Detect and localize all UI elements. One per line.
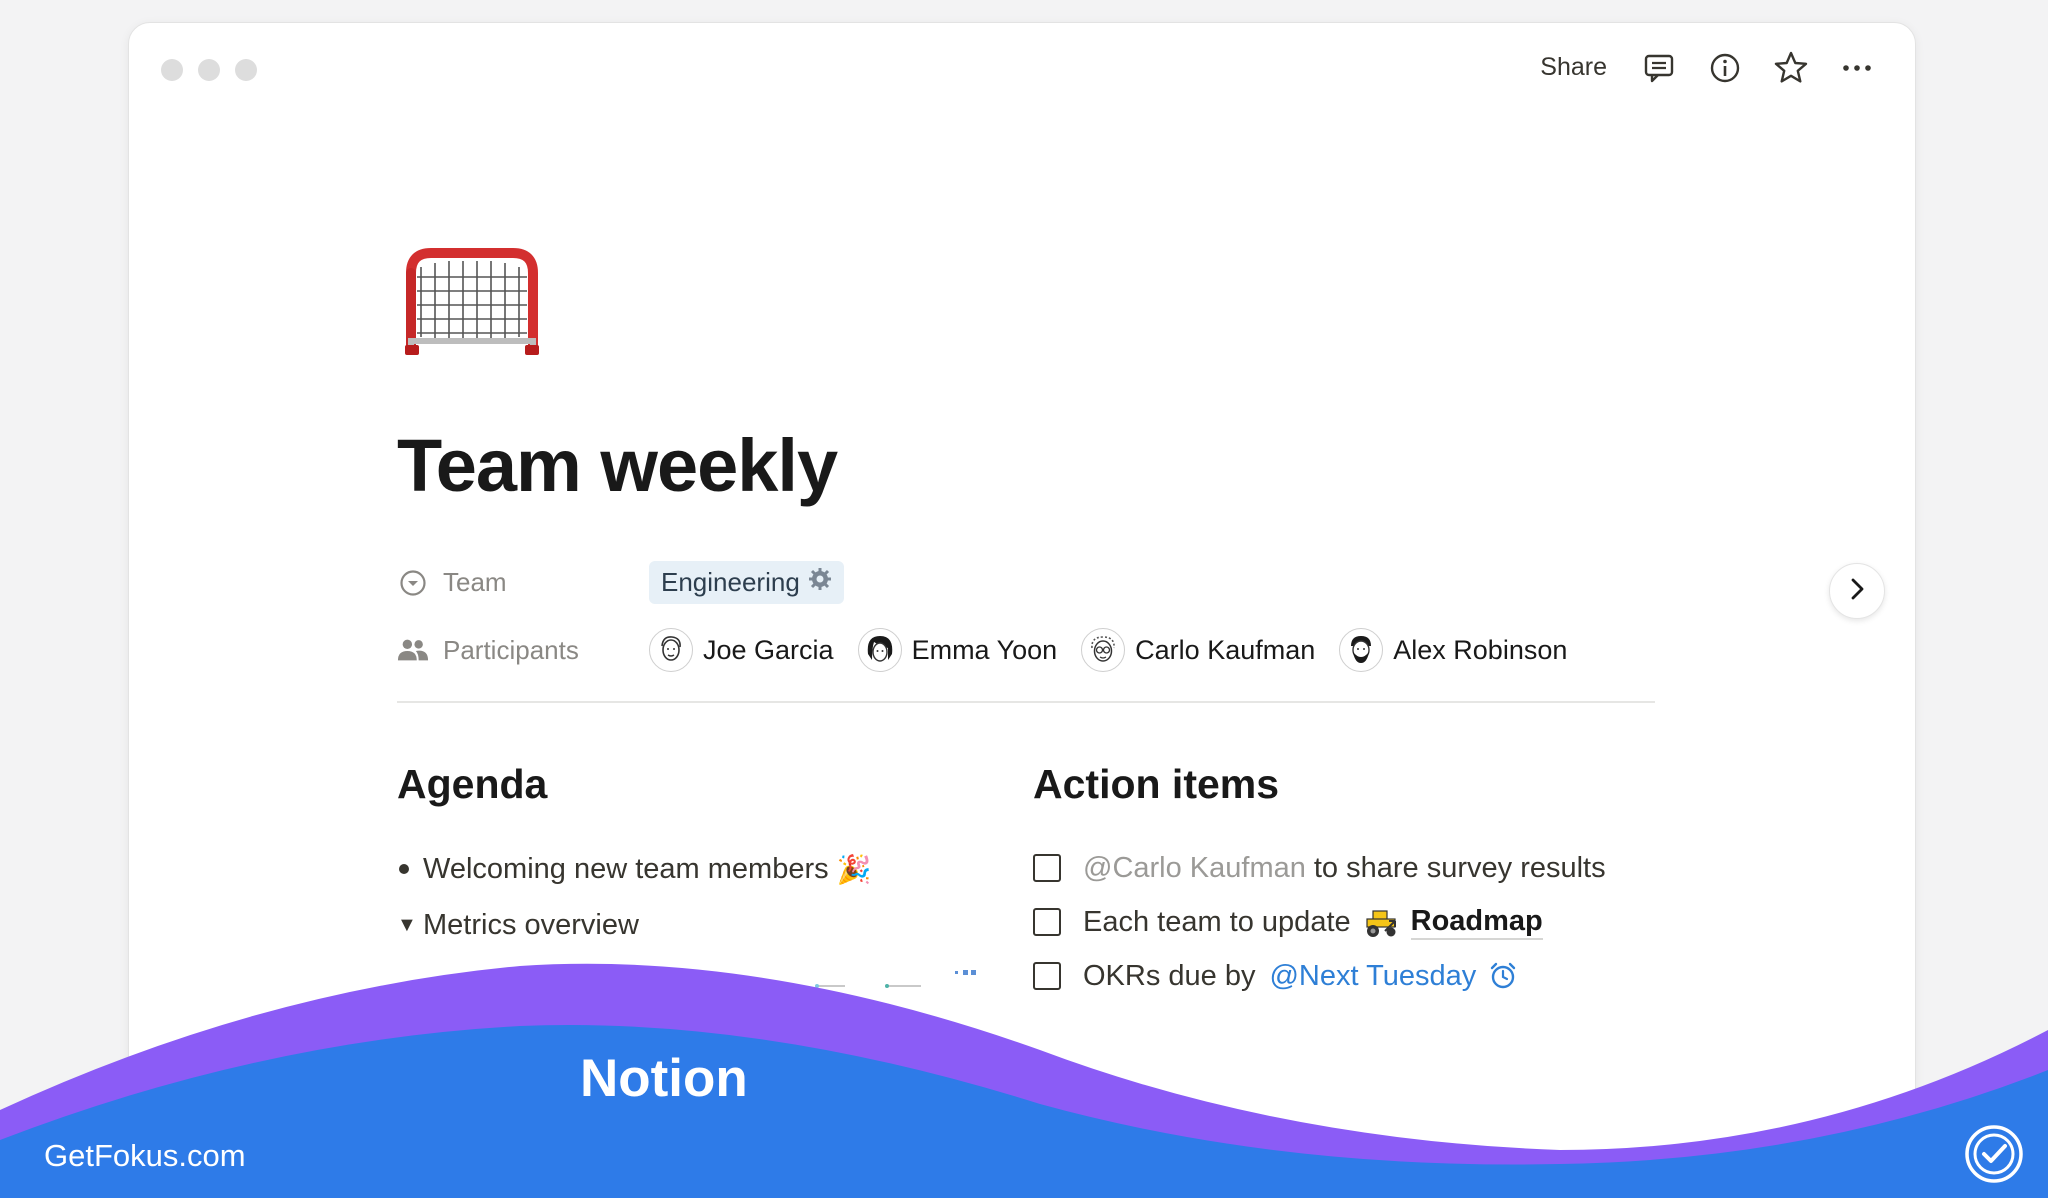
user-mention[interactable]: @Carlo Kaufman <box>1083 852 1306 885</box>
agenda-item-text: Metrics overview <box>423 908 639 941</box>
goal-net-icon[interactable] <box>397 233 547 363</box>
participant-carlo-kaufman[interactable]: Carlo Kaufman <box>1081 628 1315 672</box>
todo-text: OKRs due by <box>1083 959 1256 992</box>
agenda-item-text: Welcoming new team members <box>423 852 829 885</box>
window-controls <box>161 59 257 81</box>
todo-checkbox[interactable] <box>1033 908 1061 936</box>
list-item[interactable]: Welcoming new team members 🎉 <box>397 841 871 897</box>
todo-item: Each team to update Roadmap <box>1033 895 1606 949</box>
participant-name: Joe Garcia <box>703 634 834 665</box>
maximize-window-button[interactable] <box>235 59 257 81</box>
agenda-list: Welcoming new team members 🎉 ▼ Metrics o… <box>397 841 871 953</box>
participant-emma-yoon[interactable]: Emma Yoon <box>857 628 1058 672</box>
participant-joe-garcia[interactable]: Joe Garcia <box>649 628 834 672</box>
team-label-text: Team <box>443 567 507 597</box>
action-items-list: @Carlo Kaufman to share survey results E… <box>1033 841 1606 1003</box>
gear-icon <box>808 567 832 598</box>
alarm-clock-icon <box>1488 961 1518 991</box>
bullet-icon <box>399 864 409 874</box>
todo-checkbox[interactable] <box>1033 854 1061 882</box>
todo-text: to share survey results <box>1313 851 1606 884</box>
site-label[interactable]: GetFokus.com <box>44 1138 246 1174</box>
participant-name: Emma Yoon <box>911 634 1058 665</box>
more-icon[interactable] <box>1839 50 1875 86</box>
properties-divider <box>397 701 1655 703</box>
info-icon[interactable] <box>1707 50 1743 86</box>
next-arrow-button[interactable] <box>1829 563 1885 619</box>
star-icon[interactable] <box>1773 50 1809 86</box>
participant-name: Alex Robinson <box>1393 634 1568 665</box>
comment-icon[interactable] <box>1641 50 1677 86</box>
todo-item: @Carlo Kaufman to share survey results <box>1033 841 1606 895</box>
team-property: Team Engineering <box>397 561 844 604</box>
team-tag[interactable]: Engineering <box>649 561 844 604</box>
close-window-button[interactable] <box>161 59 183 81</box>
action-items-heading: Action items <box>1033 761 1280 807</box>
app-window: Share Team weekly Team Engineering Parti… <box>128 22 1916 1172</box>
participant-alex-robinson[interactable]: Alex Robinson <box>1339 628 1567 672</box>
top-bar: Share <box>1536 47 1875 88</box>
tractor-icon <box>1363 905 1401 939</box>
fokus-logo-icon[interactable] <box>1964 1124 2024 1184</box>
todo-item: OKRs due by @Next Tuesday <box>1033 949 1606 1003</box>
list-item[interactable]: ▼ Metrics overview <box>397 897 871 953</box>
participant-name: Carlo Kaufman <box>1135 634 1316 665</box>
chevron-right-icon <box>1845 577 1869 606</box>
participants-property-label[interactable]: Participants <box>397 634 649 666</box>
avatar <box>1339 628 1384 672</box>
date-mention[interactable]: @Next Tuesday <box>1269 960 1476 993</box>
minimize-window-button[interactable] <box>198 59 220 81</box>
agenda-heading: Agenda <box>397 761 548 807</box>
page-title[interactable]: Team weekly <box>397 423 838 508</box>
share-button[interactable]: Share <box>1536 47 1611 88</box>
brand-title: Notion <box>580 1049 748 1108</box>
participants-property: Participants Joe Garcia Emma Yoon Carlo … <box>397 628 1591 672</box>
team-property-label[interactable]: Team <box>397 567 649 599</box>
todo-checkbox[interactable] <box>1033 962 1061 990</box>
todo-text: Each team to update <box>1083 905 1351 938</box>
toggle-triangle-icon[interactable]: ▼ <box>397 914 423 937</box>
party-popper-icon: 🎉 <box>836 853 872 885</box>
roadmap-page-link[interactable]: Roadmap <box>1410 905 1543 940</box>
avatar <box>857 628 902 672</box>
participants-label-text: Participants <box>443 634 579 665</box>
people-icon <box>397 634 429 666</box>
team-tag-label: Engineering <box>661 567 800 597</box>
avatar <box>1081 628 1126 672</box>
avatar <box>649 628 693 672</box>
select-property-icon <box>397 567 429 599</box>
